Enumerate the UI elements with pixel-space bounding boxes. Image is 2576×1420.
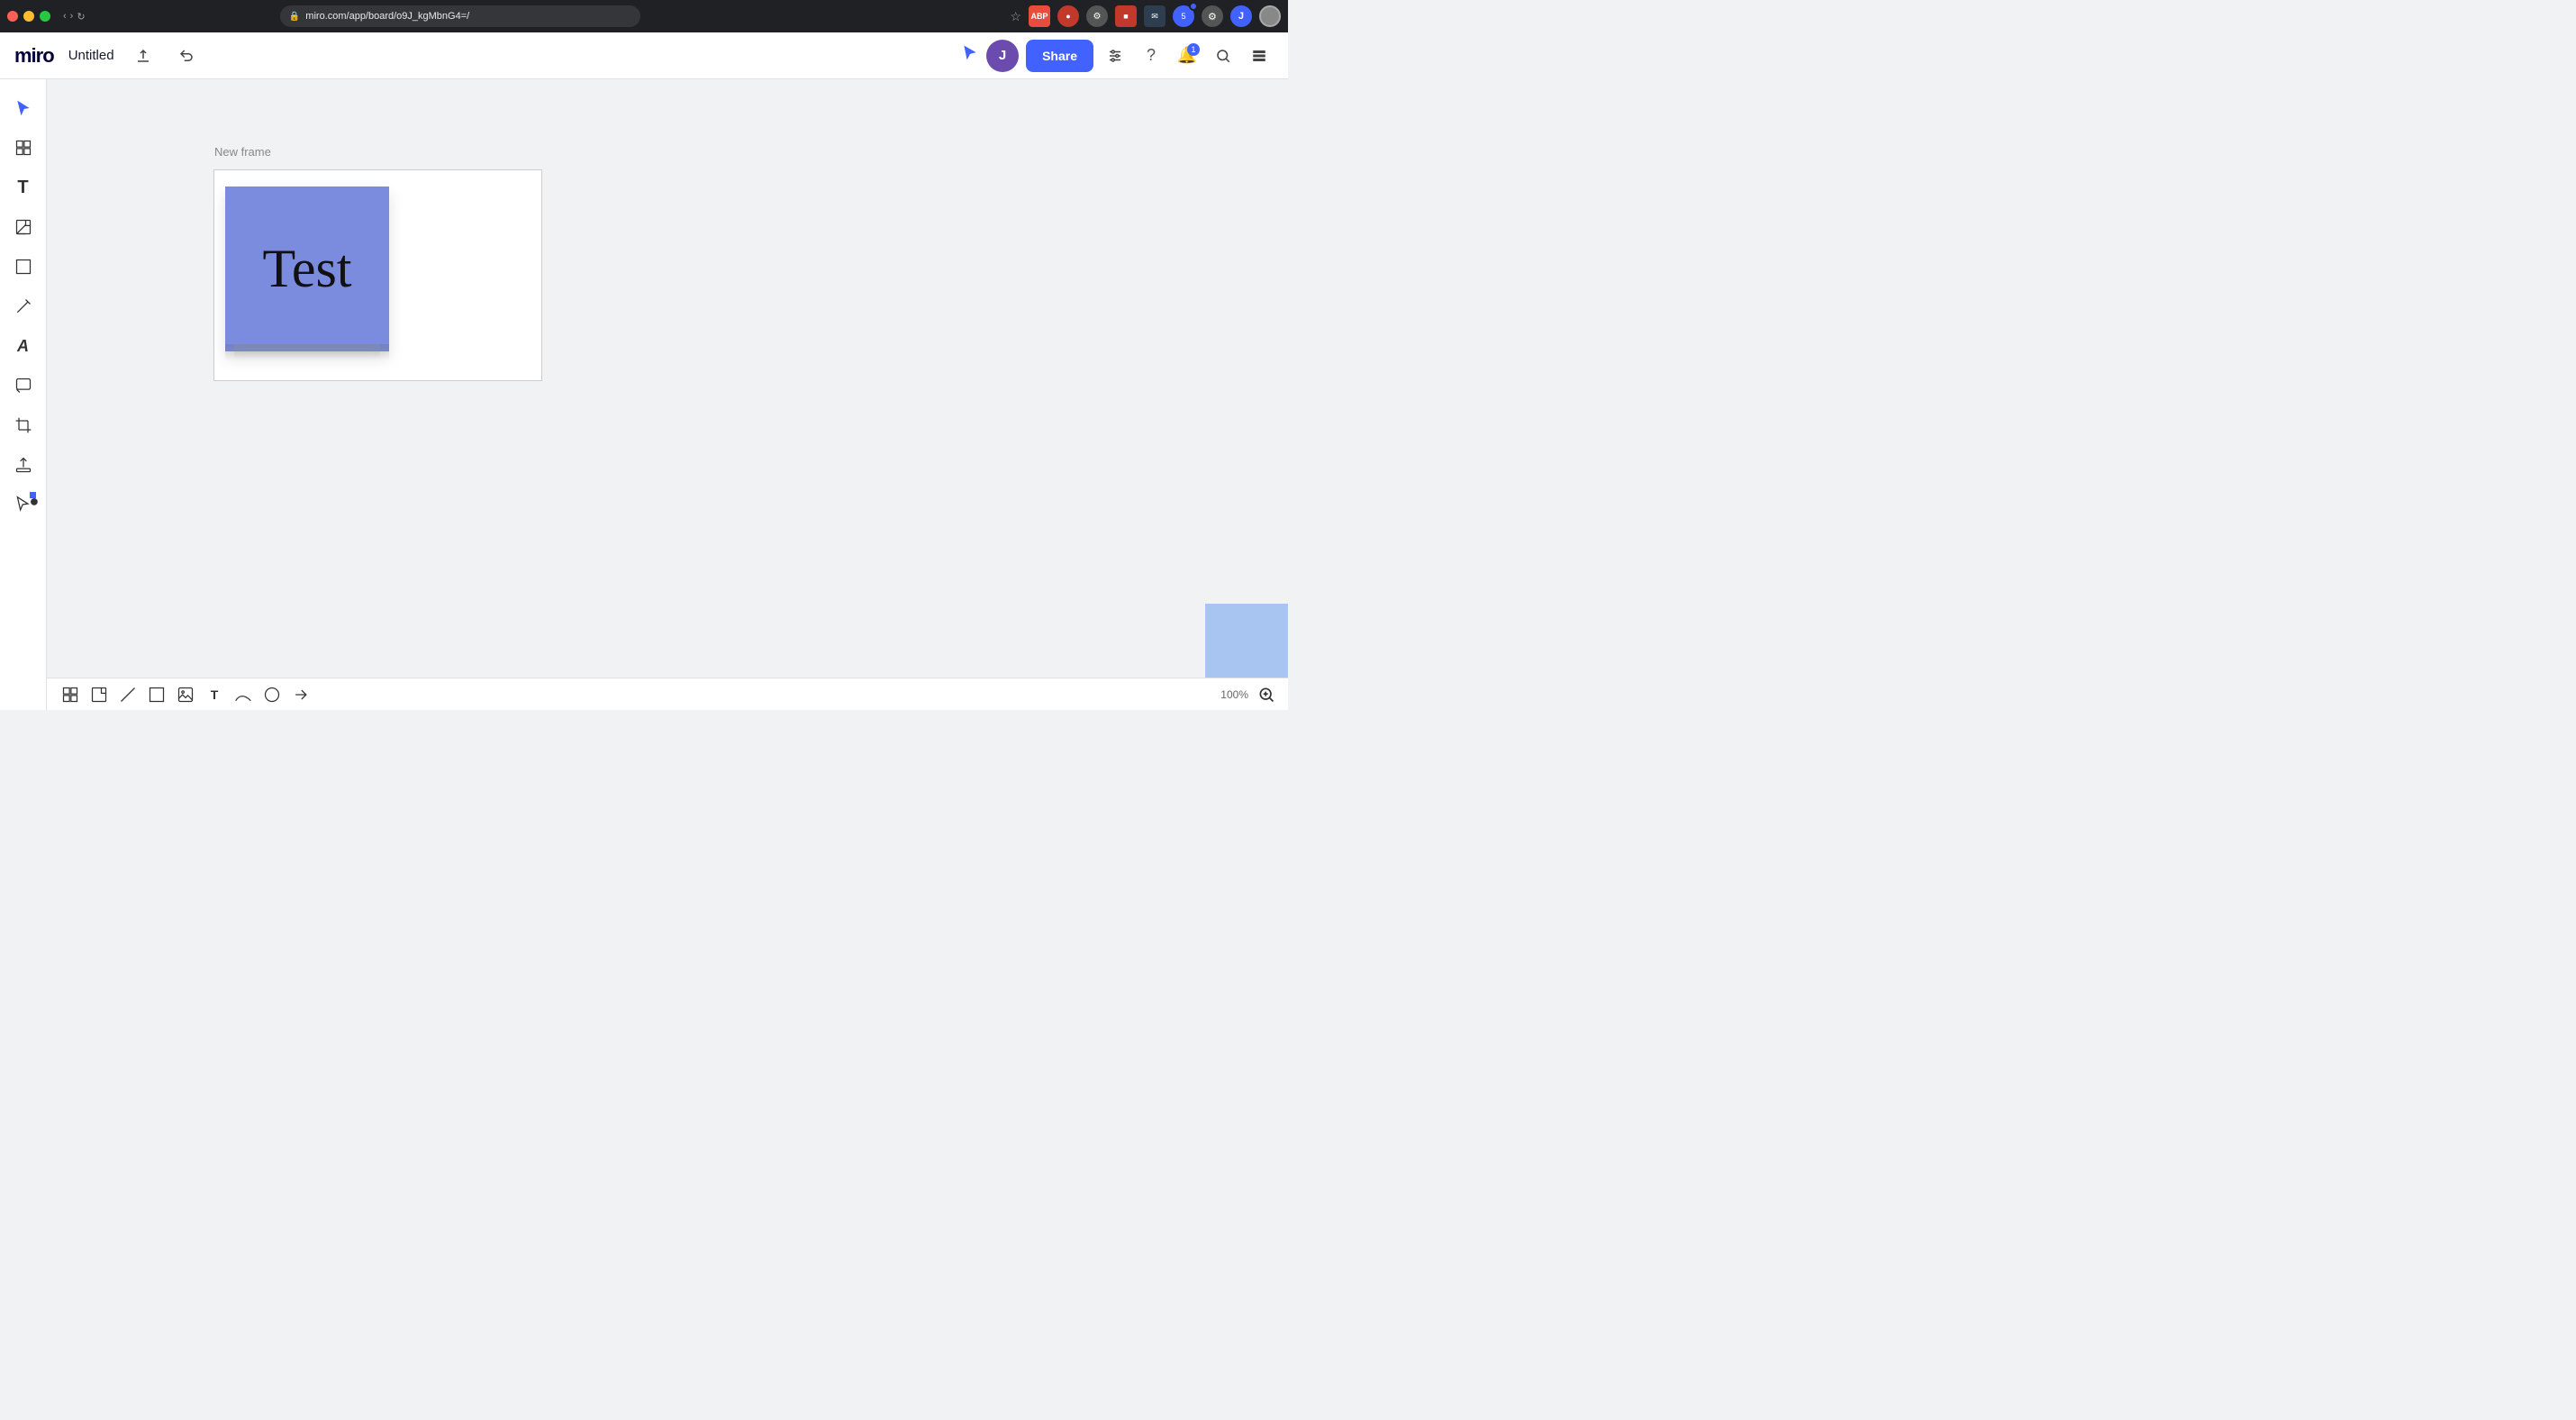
tool-apps[interactable]: ● [5,487,41,523]
sticky-note-text: Test [262,238,351,300]
upload-button[interactable] [129,41,158,70]
bottom-line-icon [119,686,137,704]
topbar: miro Untitled J Share ? [0,32,1288,79]
bottom-tool-text[interactable]: T [202,682,227,707]
upload-tool-icon [14,456,32,474]
zoom-level: 100% [1220,688,1248,701]
bottom-frame-icon [61,686,79,704]
profile-icon[interactable]: 5 [1173,5,1194,27]
bottom-tool-draw[interactable] [231,682,256,707]
help-icon: ? [1147,46,1156,65]
undo-button[interactable] [172,41,201,70]
bottom-tool-arrow[interactable] [288,682,313,707]
comments-icon [14,377,32,395]
cursor-collab [961,44,979,67]
abp-icon: ABP [1029,5,1050,27]
url-text: miro.com/app/board/o9J_kgMbnG4=/ [305,11,469,22]
crop-icon [14,416,32,434]
bottom-shape-icon [148,686,166,704]
settings-button[interactable] [1101,41,1129,70]
user-avatar[interactable]: J [986,40,1019,72]
refresh-icon[interactable]: ↻ [77,11,85,23]
bottom-image-icon [177,686,195,704]
sticky-note[interactable]: Test [225,187,389,351]
canvas-content[interactable]: New frame Test [47,79,1288,678]
canvas-area[interactable]: T A [0,79,1288,710]
select-icon [14,99,32,117]
tool-pen[interactable] [5,288,41,324]
ext-icon-1: ● [1057,5,1079,27]
zoom-in-icon [1257,686,1275,704]
frame[interactable]: New frame Test [213,169,542,381]
ext-icon-3: ✉ [1144,5,1166,27]
bottom-tool-line[interactable] [115,682,141,707]
zoom-in[interactable] [1256,684,1277,705]
left-toolbar: T A [0,79,47,710]
text-icon: T [17,178,28,198]
search-button[interactable] [1209,41,1238,70]
bottom-draw-icon [234,686,252,704]
tool-crop[interactable] [5,407,41,443]
undo-icon [178,48,195,64]
user-dot [1259,5,1281,27]
tool-shapes[interactable] [5,249,41,285]
bottom-text-icon: T [211,687,219,702]
settings-icon[interactable]: ⚙ [1086,5,1108,27]
forward-icon[interactable]: › [70,11,74,22]
apps-dot: ● [30,492,36,498]
notifications-button[interactable]: 🔔 1 [1173,41,1202,70]
tool-text[interactable]: T [5,169,41,205]
bottom-tool-sticky[interactable] [86,682,112,707]
upload-icon [135,48,151,64]
address-bar[interactable]: 🔒 miro.com/app/board/o9J_kgMbnG4=/ [280,5,640,27]
help-button[interactable]: ? [1137,41,1166,70]
browser-chrome: ‹ › ↻ 🔒 miro.com/app/board/o9J_kgMbnG4=/… [0,0,1288,32]
tool-frames[interactable] [5,130,41,166]
bottom-tool-frame[interactable] [58,682,83,707]
frames-icon [14,139,32,157]
bottom-sticky-icon [90,686,108,704]
zoom-controls: 100% [1220,684,1277,705]
tool-comments[interactable] [5,368,41,404]
search-icon [1215,48,1231,64]
sticky-icon [14,218,32,236]
bottom-tool-circle[interactable] [259,682,285,707]
bottom-toolbar: T 100% [47,678,1288,710]
star-icon[interactable]: ☆ [1010,9,1021,24]
browser-actions: ☆ ABP ● ⚙ ■ ✉ 5 ⚙ J [1010,5,1281,27]
menu-button[interactable] [1245,41,1274,70]
puzzle-icon[interactable]: ⚙ [1202,5,1223,27]
topbar-right: J Share ? 🔔 1 [961,40,1274,72]
ext-icon-2: ■ [1115,5,1137,27]
bottom-circle-icon [263,686,281,704]
pen-icon [14,297,32,315]
back-icon[interactable]: ‹ [63,11,67,22]
bottom-arrow-icon [292,686,310,704]
notification-badge: 1 [1187,43,1200,56]
tool-smart-draw[interactable]: A [5,328,41,364]
tool-select[interactable] [5,90,41,126]
bottom-tool-image[interactable] [173,682,198,707]
mini-sticky-container[interactable] [1205,604,1288,678]
bottom-tool-shape[interactable] [144,682,169,707]
mini-sticky-note[interactable] [1205,604,1288,678]
share-button[interactable]: Share [1026,40,1093,72]
lock-icon: 🔒 [289,12,300,22]
sticky-shadow [225,344,389,360]
board-title[interactable]: Untitled [68,48,114,63]
tool-sticky[interactable] [5,209,41,245]
tool-upload[interactable] [5,447,41,483]
cursor-icon [961,44,979,62]
shapes-icon [14,258,32,276]
user-avatar-browser: J [1230,5,1252,27]
smart-draw-icon: A [17,337,29,356]
sliders-icon [1107,48,1123,64]
frame-label: New frame [214,145,271,159]
menu-icon [1251,48,1267,64]
miro-logo[interactable]: miro [14,44,54,68]
